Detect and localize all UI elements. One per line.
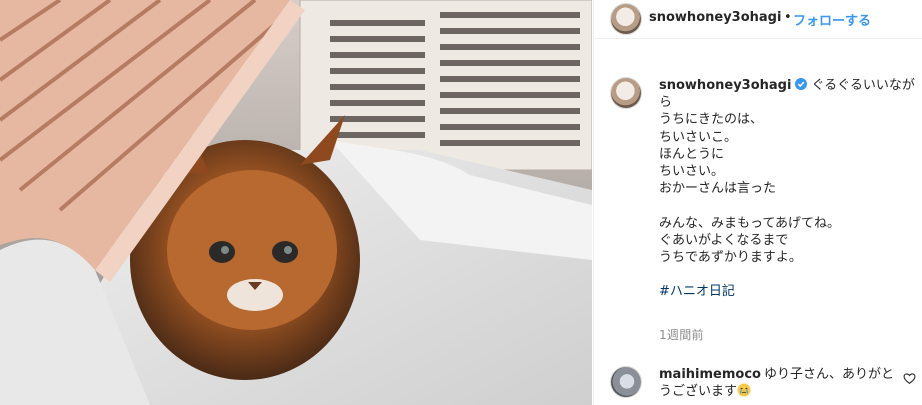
post-sidebar: snowhoney3ohagi • フォローする snowhoney3ohagi… bbox=[593, 0, 922, 405]
caption-text-line: ちいさいこ。 bbox=[659, 129, 738, 145]
caption-text-line: みんな、みまもってあげてね。 bbox=[659, 215, 840, 231]
hashtag-link[interactable]: #ハニオ日記 bbox=[659, 283, 917, 300]
caption-username[interactable]: snowhoney3ohagi bbox=[659, 78, 791, 93]
kitten-photo-illustration bbox=[0, 0, 592, 405]
header-username[interactable]: snowhoney3ohagi bbox=[649, 10, 781, 25]
post-timestamp[interactable]: 1週間前 bbox=[659, 326, 704, 343]
crying-face-emoji-icon bbox=[737, 383, 751, 397]
caption-first-line: snowhoney3ohagi ぐるぐるいいながら bbox=[659, 77, 917, 111]
caption-text-line: ちいさい。 bbox=[659, 164, 725, 180]
separator-dot: • bbox=[784, 10, 792, 25]
caption-text-line: うちにきたのは、 bbox=[659, 112, 764, 128]
caption-text-line: ぐあいがよくなるまで bbox=[659, 232, 789, 248]
post-photo[interactable] bbox=[0, 0, 592, 405]
caption-text-line: うちであずかりますよ。 bbox=[659, 250, 802, 266]
post-caption: snowhoney3ohagi ぐるぐるいいながら うちにきたのは、 ちいさいこ。… bbox=[659, 77, 917, 301]
comment-item: maihimemoco ゆり子さん、ありがとうございます bbox=[659, 366, 897, 400]
like-comment-heart-icon[interactable] bbox=[903, 372, 916, 385]
follow-button[interactable]: フォローする bbox=[793, 10, 871, 29]
post-header: snowhoney3ohagi • フォローする bbox=[594, 0, 922, 39]
caption-text-line: おかーさんは言った bbox=[659, 181, 777, 197]
caption-text-line: ほんとうに bbox=[659, 146, 725, 162]
comment-username[interactable]: maihimemoco bbox=[659, 367, 761, 382]
author-avatar[interactable] bbox=[610, 3, 642, 35]
commenter-avatar[interactable] bbox=[610, 366, 642, 398]
caption-avatar[interactable] bbox=[610, 77, 642, 109]
verified-badge-icon bbox=[795, 78, 808, 90]
